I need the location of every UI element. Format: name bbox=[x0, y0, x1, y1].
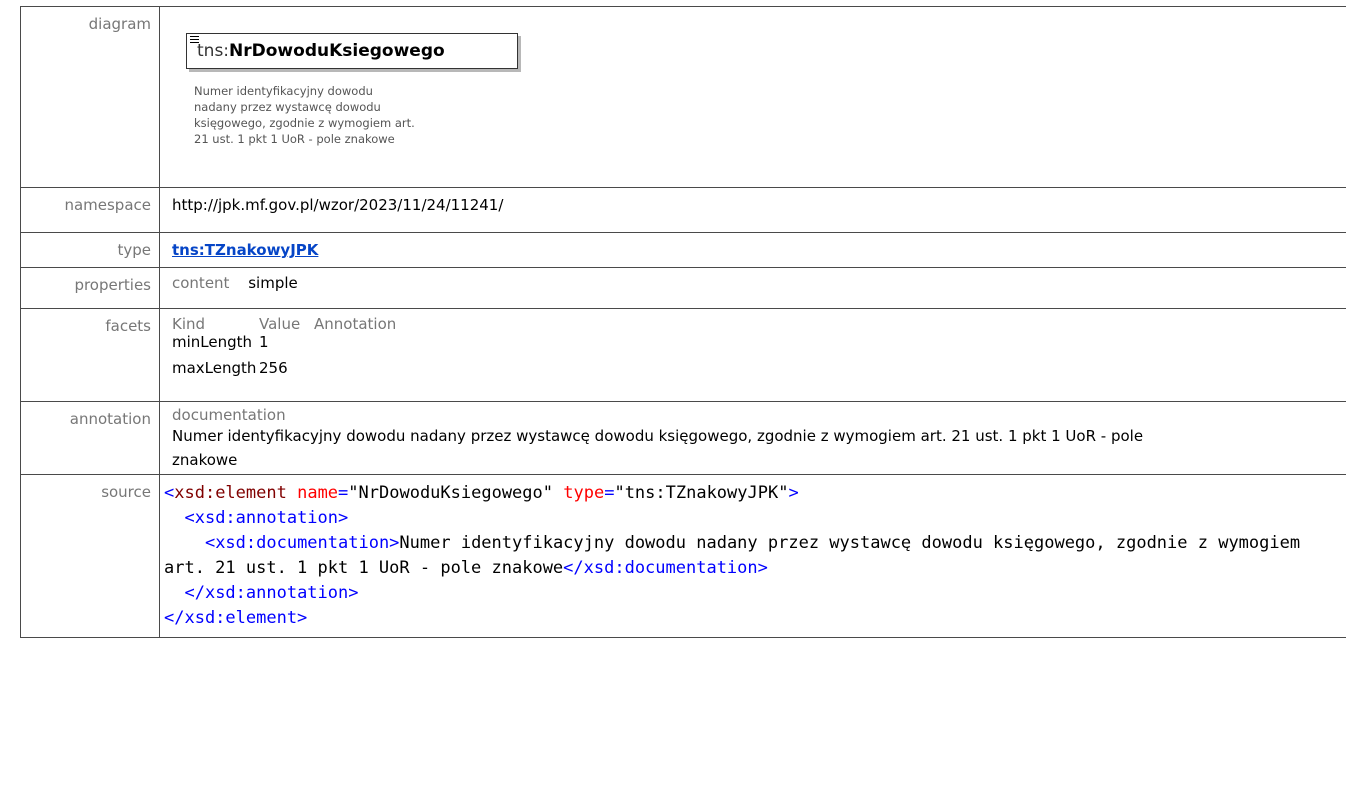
facets-table: Kind Value Annotation minLength 1 maxLen… bbox=[172, 315, 396, 385]
xml-element-close: </xsd:element> bbox=[164, 608, 308, 628]
xml-annotation-open: <xsd:annotation> bbox=[184, 508, 349, 528]
facet-annotation bbox=[314, 359, 396, 385]
property-value: simple bbox=[248, 274, 298, 292]
diagram-doc-line: nadany przez wystawcę dowodu bbox=[194, 100, 381, 114]
type-link[interactable]: tns:TZnakowyJPK bbox=[172, 233, 318, 259]
row-type: type tns:TZnakowyJPK bbox=[20, 232, 1346, 268]
label-diagram: diagram bbox=[20, 6, 160, 188]
facet-annotation bbox=[314, 333, 396, 359]
row-facets: facets Kind Value Annotation minLength 1… bbox=[20, 308, 1346, 402]
facet-value: 256 bbox=[259, 359, 288, 377]
element-prefix: tns: bbox=[197, 41, 230, 61]
xml-documentation-open: <xsd:documentation> bbox=[204, 533, 400, 553]
element-name: NrDowoduKsiegowego bbox=[229, 41, 445, 61]
label-source: source bbox=[20, 474, 160, 638]
label-annotation: annotation bbox=[20, 401, 160, 475]
xml-attr-value: "tns:TZnakowyJPK" bbox=[614, 483, 789, 503]
row-source: source <xsd:element name="NrDowoduKsiego… bbox=[20, 474, 1346, 638]
row-annotation: annotation documentation Numer identyfik… bbox=[20, 401, 1346, 475]
row-diagram: diagram tns:NrDowoduKsiegowego Numer ide… bbox=[20, 6, 1346, 188]
source-code: <xsd:element name="NrDowoduKsiegowego" t… bbox=[164, 483, 1311, 628]
xml-annotation-close: </xsd:annotation> bbox=[184, 583, 359, 603]
diagram-doc-line: księgowego, zgodnie z wymogiem art. bbox=[194, 116, 415, 130]
namespace-value: http://jpk.mf.gov.pl/wzor/2023/11/24/112… bbox=[159, 187, 1346, 233]
diagram-doc-line: 21 ust. 1 pkt 1 UoR - pole znakowe bbox=[194, 132, 395, 146]
table-row: maxLength 256 bbox=[172, 359, 396, 385]
xml-attr-name: name bbox=[297, 483, 339, 503]
diagram-documentation: Numer identyfikacyjny dowodu nadany prze… bbox=[194, 83, 464, 147]
label-type: type bbox=[20, 232, 160, 268]
row-namespace: namespace http://jpk.mf.gov.pl/wzor/2023… bbox=[20, 187, 1346, 233]
xml-open-tag: xsd:element bbox=[174, 483, 287, 503]
table-row: minLength 1 bbox=[172, 333, 396, 359]
facets-header-kind: Kind bbox=[172, 315, 206, 333]
facets-header-value: Value bbox=[259, 315, 301, 333]
label-properties: properties bbox=[20, 267, 160, 309]
element-properties-table: diagram tns:NrDowoduKsiegowego Numer ide… bbox=[20, 6, 1346, 638]
element-box[interactable]: tns:NrDowoduKsiegowego bbox=[186, 33, 518, 69]
facet-value: 1 bbox=[259, 333, 269, 351]
label-namespace: namespace bbox=[20, 187, 160, 233]
annotation-heading: documentation bbox=[172, 406, 286, 424]
facets-header-annotation: Annotation bbox=[314, 315, 397, 333]
facet-kind: maxLength bbox=[172, 359, 257, 377]
label-facets: facets bbox=[20, 308, 160, 402]
property-key: content bbox=[172, 274, 230, 292]
row-properties: properties content simple bbox=[20, 267, 1346, 309]
xml-documentation-close: </xsd:documentation> bbox=[563, 558, 768, 578]
xml-attr-value: "NrDowoduKsiegowego" bbox=[348, 483, 553, 503]
xml-attr-name: type bbox=[563, 483, 605, 503]
annotation-text: Numer identyfikacyjny dowodu nadany prze… bbox=[172, 427, 1144, 469]
facet-kind: minLength bbox=[172, 333, 253, 351]
element-diagram: tns:NrDowoduKsiegowego Numer identyfikac… bbox=[172, 7, 1346, 167]
diagram-doc-line: Numer identyfikacyjny dowodu bbox=[194, 84, 373, 98]
